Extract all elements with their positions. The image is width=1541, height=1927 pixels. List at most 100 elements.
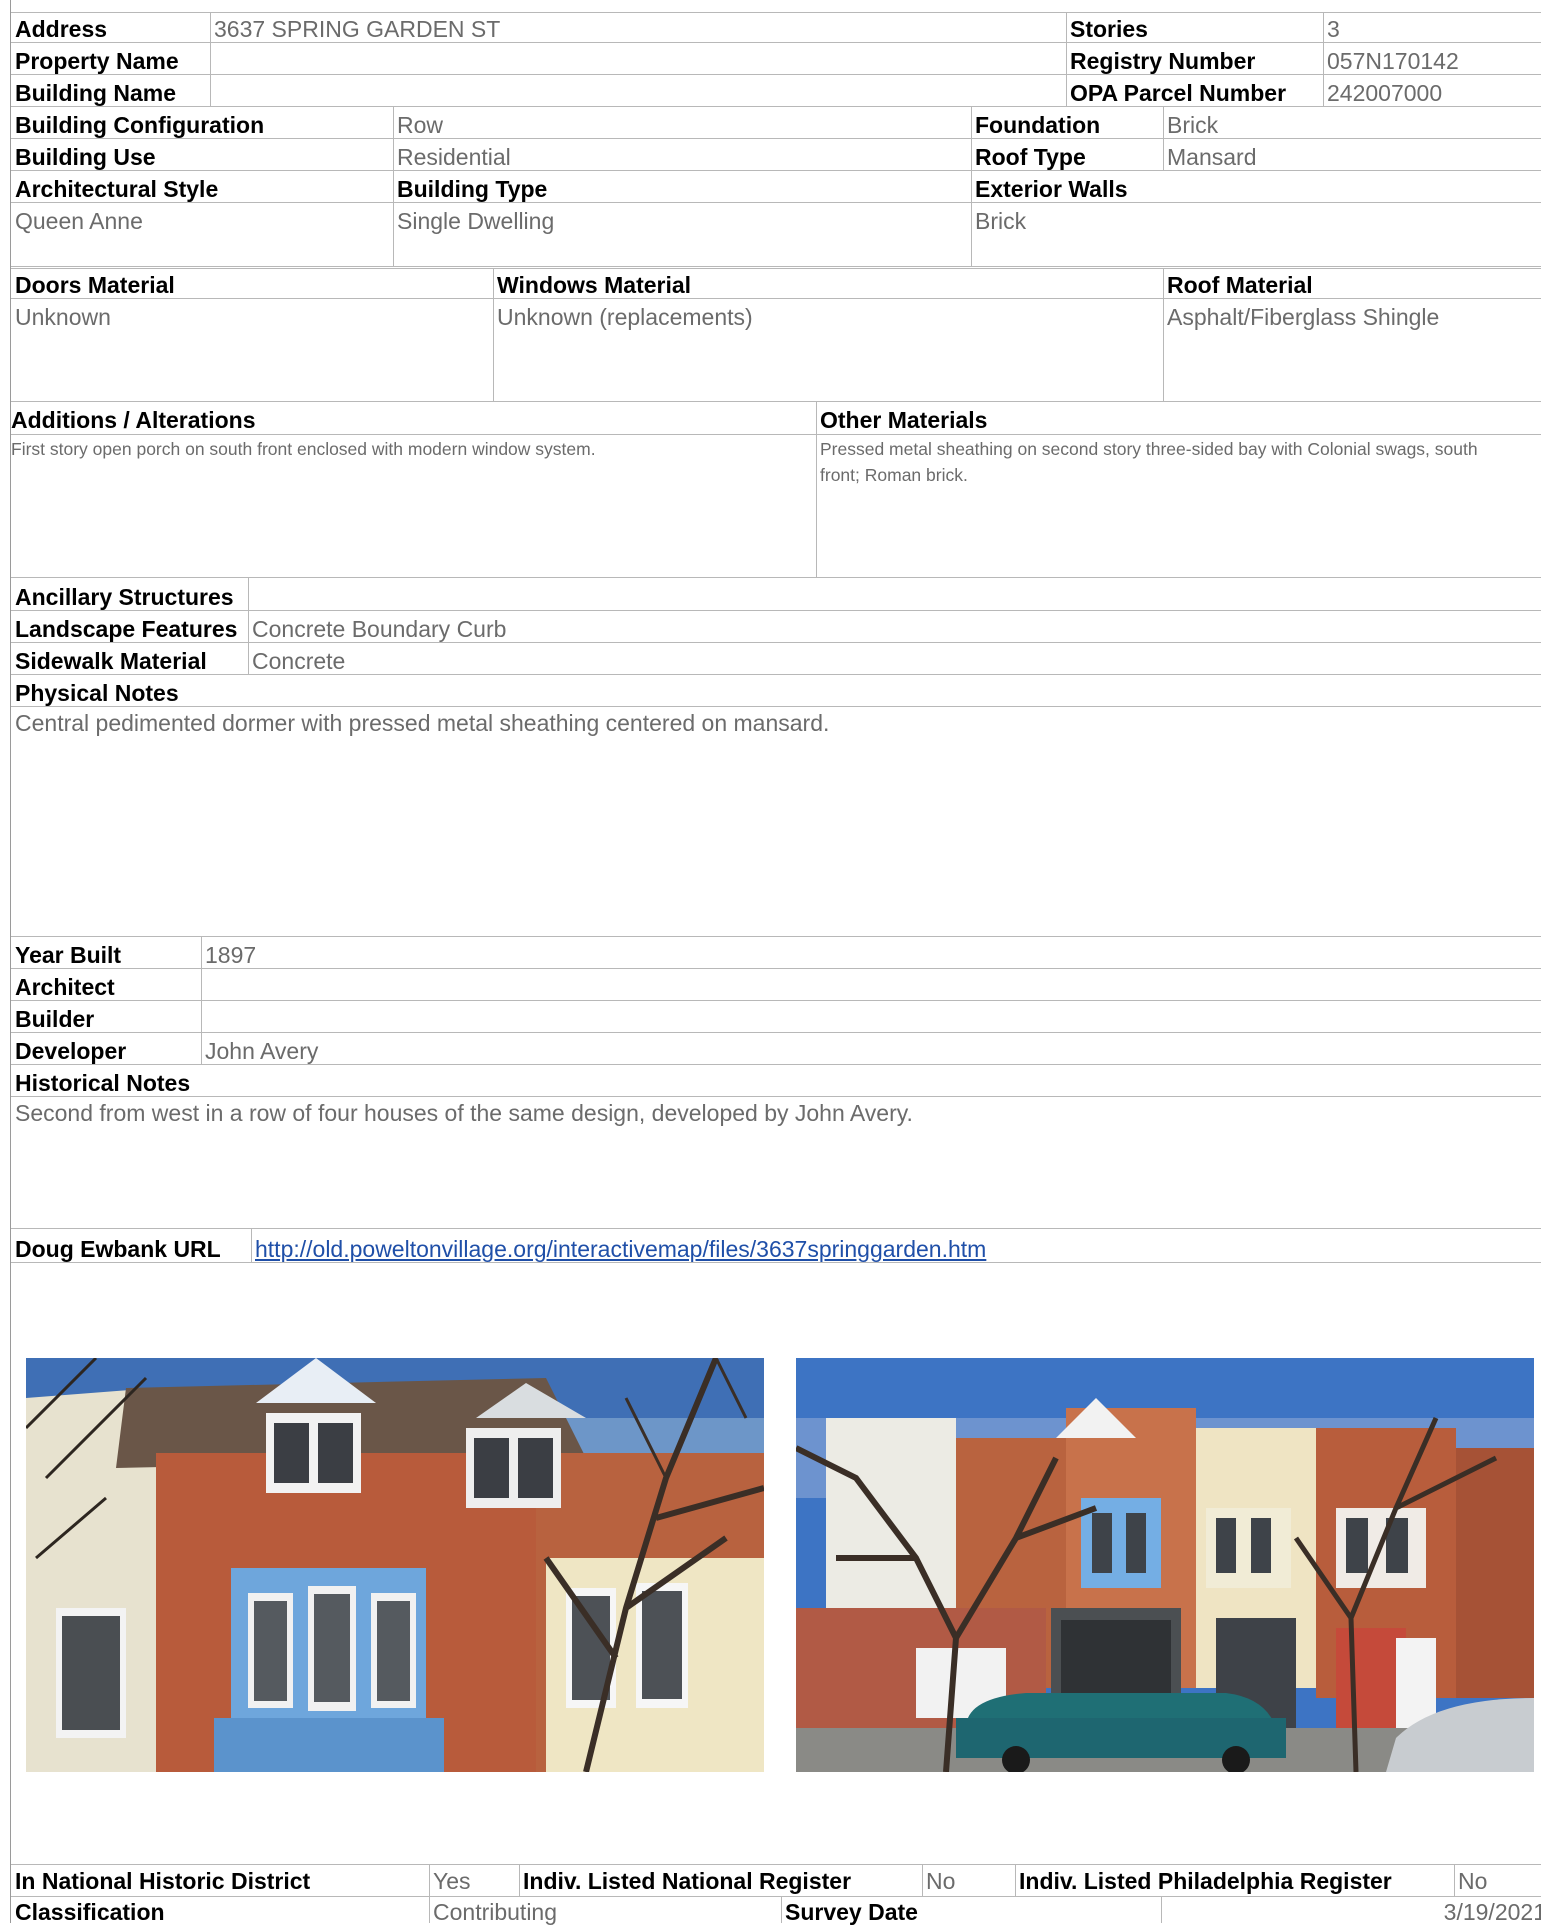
rule: [11, 1032, 1541, 1033]
year-built-label: Year Built: [15, 942, 122, 968]
rule: [11, 1096, 1541, 1097]
landscape-features-value: Concrete Boundary Curb: [252, 616, 507, 642]
rule: [11, 610, 1541, 611]
rule: [1454, 1864, 1455, 1896]
rule: [11, 12, 1541, 13]
rule: [1323, 12, 1324, 106]
historical-notes-label: Historical Notes: [15, 1070, 191, 1096]
registry-number-label: Registry Number: [1070, 48, 1256, 74]
building-type-value: Single Dwelling: [397, 208, 555, 234]
opa-parcel-value: 242007000: [1327, 80, 1443, 106]
developer-label: Developer: [15, 1038, 127, 1064]
rule: [11, 706, 1541, 707]
historical-notes-text: Second from west in a row of four houses…: [15, 1100, 913, 1126]
rule: [248, 577, 249, 674]
building-type-label: Building Type: [397, 176, 548, 202]
roof-material-label: Roof Material: [1167, 272, 1313, 298]
other-materials-text: Pressed metal sheathing on second story …: [820, 439, 1478, 485]
roof-type-value: Mansard: [1167, 144, 1257, 170]
additions-alterations-text: First story open porch on south front en…: [11, 439, 596, 459]
national-historic-district-label: In National Historic District: [15, 1868, 311, 1894]
foundation-value: Brick: [1167, 112, 1219, 138]
rule: [971, 106, 972, 266]
doors-material-label: Doors Material: [15, 272, 175, 298]
other-materials-label: Other Materials: [820, 407, 988, 433]
rule: [493, 268, 494, 401]
architect-label: Architect: [15, 974, 115, 1000]
property-name-label: Property Name: [15, 48, 179, 74]
sidewalk-material-value: Concrete: [252, 648, 346, 674]
rule: [11, 1064, 1541, 1065]
rule: [11, 936, 1541, 937]
landscape-features-label: Landscape Features: [15, 616, 238, 642]
philadelphia-register-value: No: [1458, 1868, 1488, 1894]
physical-notes-text: Central pedimented dormer with pressed m…: [15, 710, 830, 736]
rule: [251, 1228, 252, 1262]
rule: [429, 1896, 430, 1923]
rule: [210, 12, 211, 106]
streetscape-photo: [796, 1358, 1534, 1772]
year-built-value: 1897: [205, 942, 257, 968]
rule: [201, 936, 202, 1064]
windows-material-value: Unknown (replacements): [497, 304, 753, 330]
stories-value: 3: [1327, 16, 1340, 42]
physical-notes-label: Physical Notes: [15, 680, 179, 706]
additions-alterations-label: Additions / Alterations: [11, 407, 256, 433]
national-register-label: Indiv. Listed National Register: [523, 1868, 852, 1894]
building-use-value: Residential: [397, 144, 511, 170]
rule: [816, 401, 817, 577]
rule: [393, 106, 394, 266]
rule: [429, 1864, 430, 1896]
doors-material-value: Unknown: [15, 304, 111, 330]
address-value: 3637 SPRING GARDEN ST: [214, 16, 501, 42]
rule: [11, 674, 1541, 675]
architectural-style-value: Queen Anne: [15, 208, 143, 234]
building-use-label: Building Use: [15, 144, 156, 170]
foundation-label: Foundation: [975, 112, 1101, 138]
rule: [11, 1262, 1541, 1263]
roof-material-value: Asphalt/Fiberglass Shingle: [1167, 304, 1440, 330]
stories-label: Stories: [1070, 16, 1148, 42]
front-elevation-photo: [26, 1358, 764, 1772]
building-name-label: Building Name: [15, 80, 177, 106]
rule: [11, 74, 1541, 75]
architectural-style-label: Architectural Style: [15, 176, 219, 202]
rule: [11, 138, 1541, 139]
national-register-value: No: [926, 1868, 956, 1894]
rule: [11, 1000, 1541, 1001]
building-configuration-label: Building Configuration: [15, 112, 265, 138]
rule: [11, 170, 1541, 171]
rule: [11, 42, 1541, 43]
rule: [11, 642, 1541, 643]
rule: [519, 1864, 520, 1896]
doug-ewbank-url-link[interactable]: http://old.poweltonvillage.org/interacti…: [251, 1234, 986, 1264]
rule: [11, 266, 1541, 267]
rule: [11, 202, 1541, 203]
rule: [11, 298, 1541, 299]
opa-parcel-label: OPA Parcel Number: [1070, 80, 1287, 106]
survey-form: Address 3637 SPRING GARDEN ST Stories 3 …: [10, 0, 1541, 1925]
rule: [1163, 106, 1164, 170]
doug-ewbank-url-label: Doug Ewbank URL: [15, 1236, 221, 1262]
rule: [11, 106, 1541, 107]
roof-type-label: Roof Type: [975, 144, 1086, 170]
windows-material-label: Windows Material: [497, 272, 692, 298]
rule: [781, 1896, 782, 1923]
rule: [11, 1864, 1541, 1865]
registry-number-value: 057N170142: [1327, 48, 1459, 74]
rule: [1015, 1864, 1016, 1896]
rule: [11, 577, 1541, 578]
rule: [11, 401, 1541, 402]
address-label: Address: [15, 16, 108, 42]
rule: [1161, 1896, 1162, 1923]
developer-value: John Avery: [205, 1038, 319, 1064]
philadelphia-register-label: Indiv. Listed Philadelphia Register: [1019, 1868, 1392, 1894]
rule: [11, 434, 1541, 435]
sidewalk-material-label: Sidewalk Material: [15, 648, 207, 674]
rule: [1163, 268, 1164, 401]
exterior-walls-value: Brick: [975, 208, 1027, 234]
building-configuration-value: Row: [397, 112, 444, 138]
exterior-walls-label: Exterior Walls: [975, 176, 1128, 202]
builder-label: Builder: [15, 1006, 95, 1032]
rule: [11, 968, 1541, 969]
